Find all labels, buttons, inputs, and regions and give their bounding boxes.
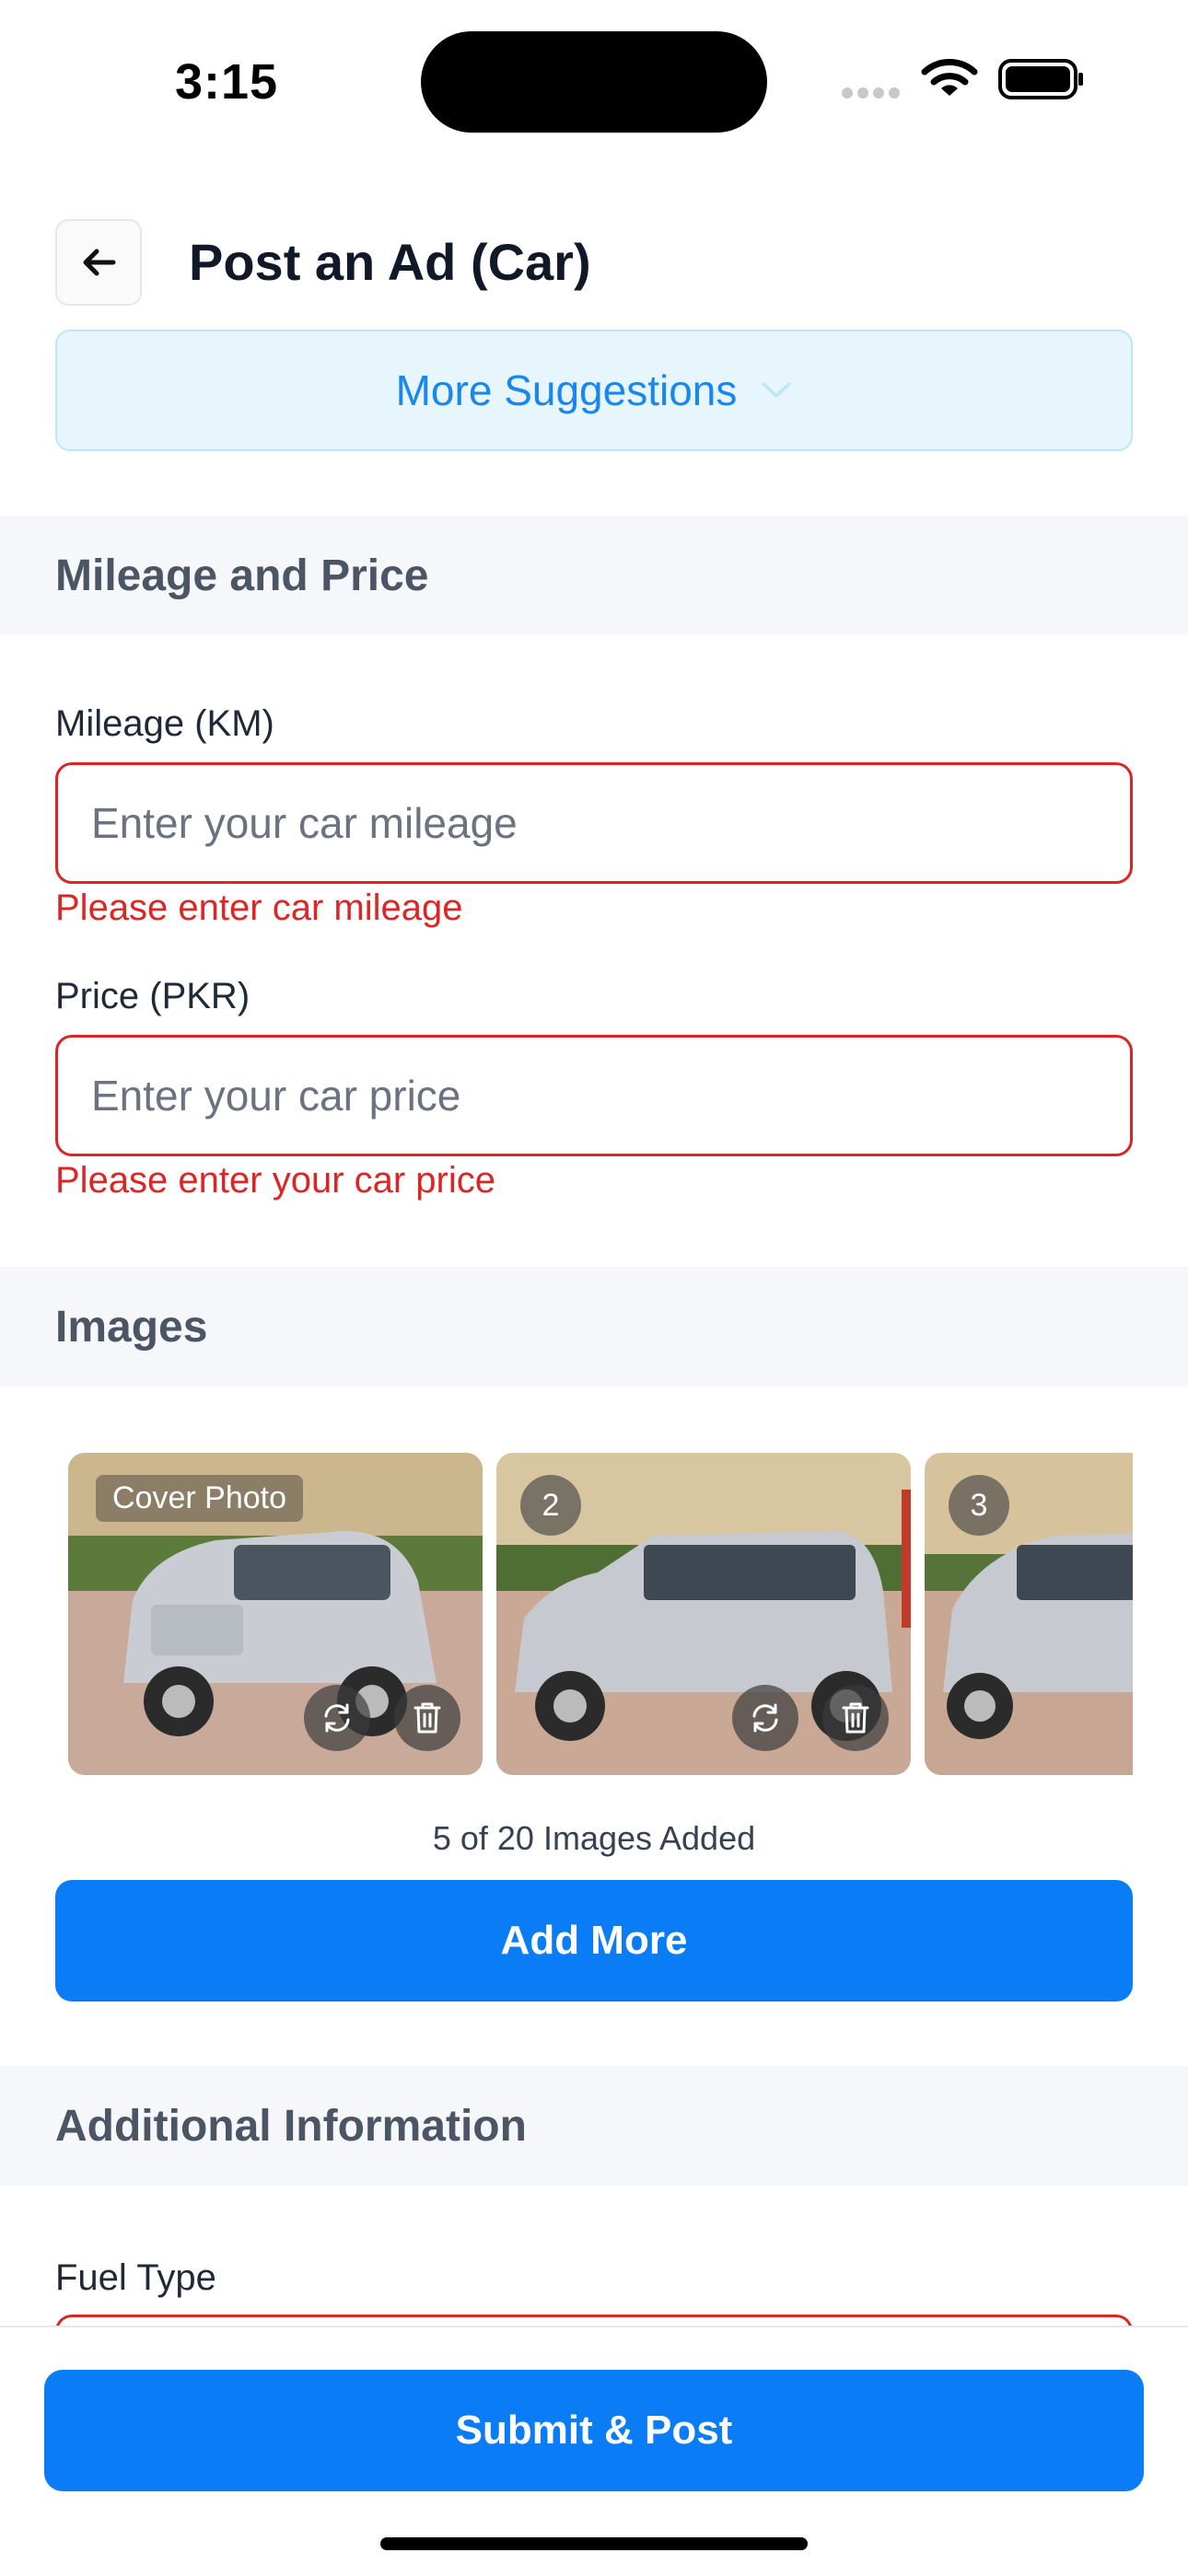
cover-photo-badge: Cover Photo <box>96 1475 303 1522</box>
delete-image-button[interactable] <box>822 1685 889 1751</box>
wifi-icon <box>921 59 978 96</box>
page-title: Post an Ad (Car) <box>189 233 591 291</box>
image-number-badge: 2 <box>520 1475 581 1536</box>
section-title-mileage-price: Mileage and Price <box>55 551 429 600</box>
trash-icon <box>842 1702 869 1734</box>
dynamic-island <box>421 31 767 133</box>
refresh-icon <box>752 1703 778 1733</box>
section-title-additional: Additional Information <box>55 2102 527 2151</box>
car-image-2[interactable]: 2 <box>496 1453 911 1775</box>
home-indicator[interactable] <box>380 2537 808 2550</box>
car-image-1[interactable]: Cover Photo <box>68 1453 483 1775</box>
refresh-icon <box>324 1703 350 1733</box>
mileage-label: Mileage (KM) <box>55 703 274 744</box>
status-time: 3:15 <box>175 54 279 110</box>
add-more-button[interactable]: Add More <box>55 1880 1133 2002</box>
image-number-badge: 3 <box>949 1475 1009 1536</box>
signal-icon <box>842 87 906 99</box>
image-carousel[interactable]: Cover Photo 2 3 <box>68 1453 1133 1775</box>
more-suggestions-button[interactable]: More Suggestions <box>55 330 1133 451</box>
price-label: Price (PKR) <box>55 976 250 1016</box>
more-suggestions-label: More Suggestions <box>395 366 738 414</box>
replace-image-button[interactable] <box>732 1685 798 1751</box>
mileage-input[interactable] <box>58 765 1130 881</box>
battery-icon <box>998 59 1083 99</box>
fuel-type-label: Fuel Type <box>55 2257 216 2298</box>
trash-icon <box>413 1702 441 1734</box>
image-count-text: 5 of 20 Images Added <box>432 1819 756 1857</box>
price-input[interactable] <box>58 1038 1130 1154</box>
car-image-3[interactable]: 3 <box>925 1453 1133 1775</box>
replace-image-button[interactable] <box>304 1685 370 1751</box>
mileage-error: Please enter car mileage <box>55 888 463 928</box>
back-button[interactable] <box>55 219 142 306</box>
mileage-field[interactable] <box>55 762 1133 884</box>
section-title-images: Images <box>55 1303 208 1352</box>
chevron-down-icon <box>762 382 792 398</box>
price-field[interactable] <box>55 1035 1133 1156</box>
arrow-left-icon <box>83 249 116 276</box>
submit-post-button[interactable]: Submit & Post <box>44 2370 1144 2491</box>
delete-image-button[interactable] <box>394 1685 460 1751</box>
price-error: Please enter your car price <box>55 1160 496 1201</box>
